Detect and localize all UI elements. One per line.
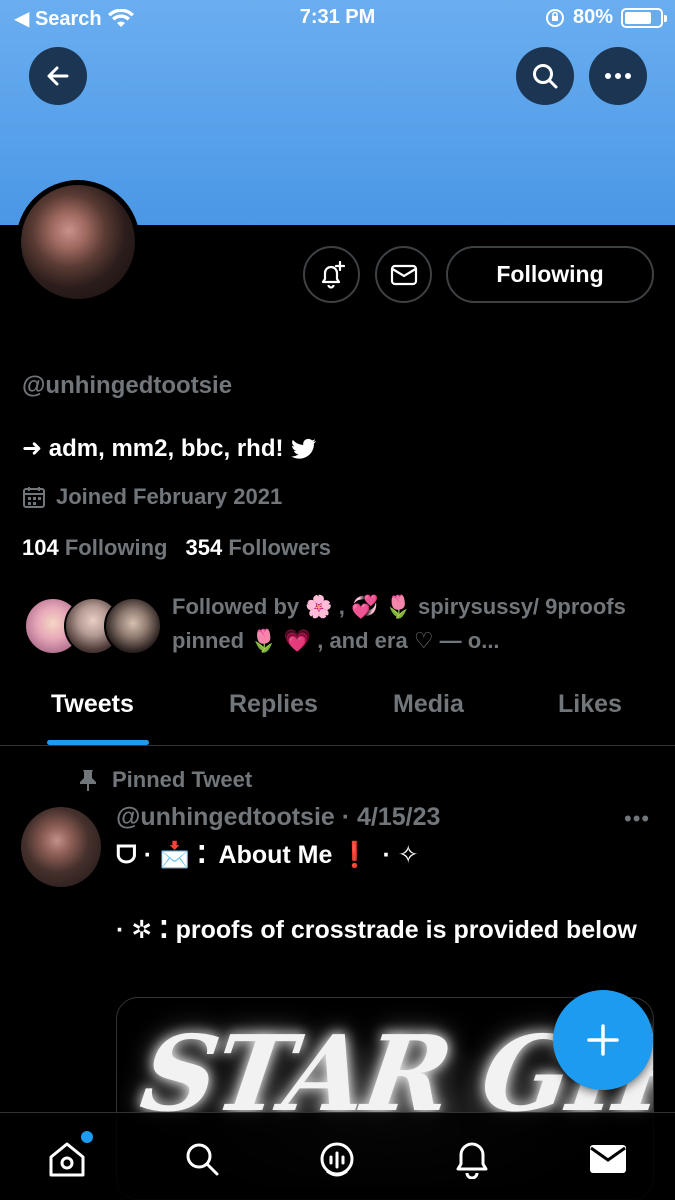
following-count: 104 [22, 535, 59, 560]
nav-notifications[interactable] [450, 1137, 494, 1181]
profile-avatar[interactable] [16, 180, 140, 304]
battery-fill [625, 11, 652, 24]
following-button-label: Following [496, 261, 604, 287]
active-tab-indicator [47, 740, 149, 745]
bell-icon [456, 1142, 488, 1179]
nav-messages[interactable] [586, 1137, 630, 1181]
bell-plus-icon [321, 260, 345, 289]
followed-by-text[interactable]: Followed by 🌸 , 💞 🌷 spirysussy/ 9proofs … [172, 590, 642, 658]
following-button[interactable]: Following [446, 246, 654, 303]
profile-tabs: Tweets Replies Media Likes [0, 680, 675, 746]
envelope-icon [590, 1145, 626, 1173]
orientation-lock-icon [545, 8, 564, 27]
following-stat[interactable]: 104 Following [22, 535, 168, 561]
message-button[interactable] [375, 246, 432, 303]
home-unread-dot [81, 1131, 93, 1143]
followers-count: 354 [185, 535, 223, 560]
tweet-more-button[interactable]: ••• [624, 806, 650, 832]
tab-tweets[interactable]: Tweets [51, 690, 134, 719]
tweet-text-line: ᗜ · 📩 ⁚ About Me ❗ · ✧ [116, 840, 419, 870]
tweet-decoration: · ✧ [382, 841, 419, 869]
followers-stat[interactable]: 354 Followers [186, 535, 332, 561]
nav-home[interactable] [45, 1131, 93, 1181]
following-label: Following [64, 535, 168, 560]
tweet-author-avatar[interactable] [21, 807, 101, 887]
envelope-icon [390, 264, 417, 285]
tweet-author-line[interactable]: @unhingedtootsie · 4/15/23 [116, 803, 440, 832]
status-bar: ◀ Search 7:31 PM 80% [0, 0, 675, 36]
pinned-tweet-label: Pinned Tweet [112, 767, 253, 792]
arrow-left-icon [47, 66, 69, 86]
tab-media[interactable]: Media [393, 690, 464, 719]
plus-icon [587, 1024, 619, 1056]
search-icon [186, 1143, 219, 1176]
bottom-nav [0, 1112, 675, 1200]
tweet-heading: About Me ❗ [218, 840, 371, 869]
bio-text: ➜ adm, mm2, bbc, rhd! [22, 435, 284, 462]
notifications-button[interactable] [303, 246, 360, 303]
pin-icon [80, 770, 96, 791]
avatar-photo [21, 185, 135, 299]
tab-likes[interactable]: Likes [558, 690, 622, 719]
calendar-icon [23, 487, 45, 508]
search-icon [533, 64, 558, 89]
pinned-label: Pinned Tweet [78, 767, 252, 793]
followed-by-avatars[interactable] [24, 597, 164, 655]
spaces-icon [320, 1142, 354, 1177]
search-button[interactable] [516, 47, 574, 105]
compose-tweet-button[interactable] [553, 990, 653, 1090]
nav-spaces[interactable] [315, 1137, 359, 1181]
joined-text: Joined February 2021 [56, 484, 283, 509]
tab-replies[interactable]: Replies [229, 690, 318, 719]
battery-icon [621, 7, 667, 28]
followers-label: Followers [228, 535, 332, 560]
follow-stats: 104 Following 354 Followers [22, 535, 331, 561]
twitter-bird-icon [291, 438, 317, 459]
more-horizontal-icon [605, 73, 631, 79]
profile-handle: @unhingedtootsie [22, 372, 233, 399]
avatar [104, 597, 162, 655]
nav-search[interactable] [180, 1137, 224, 1181]
joined-date: Joined February 2021 [22, 484, 282, 510]
more-button[interactable] [589, 47, 647, 105]
back-button[interactable] [29, 47, 87, 105]
profile-bio: ➜ adm, mm2, bbc, rhd! [22, 434, 317, 463]
tweet-body: · ✲ ⁚ proofs of crosstrade is provided b… [116, 916, 637, 944]
home-icon [49, 1142, 85, 1177]
tweet-decoration: ᗜ · 📩 ⁚ [116, 841, 207, 869]
battery-percent: 80% [572, 6, 613, 28]
